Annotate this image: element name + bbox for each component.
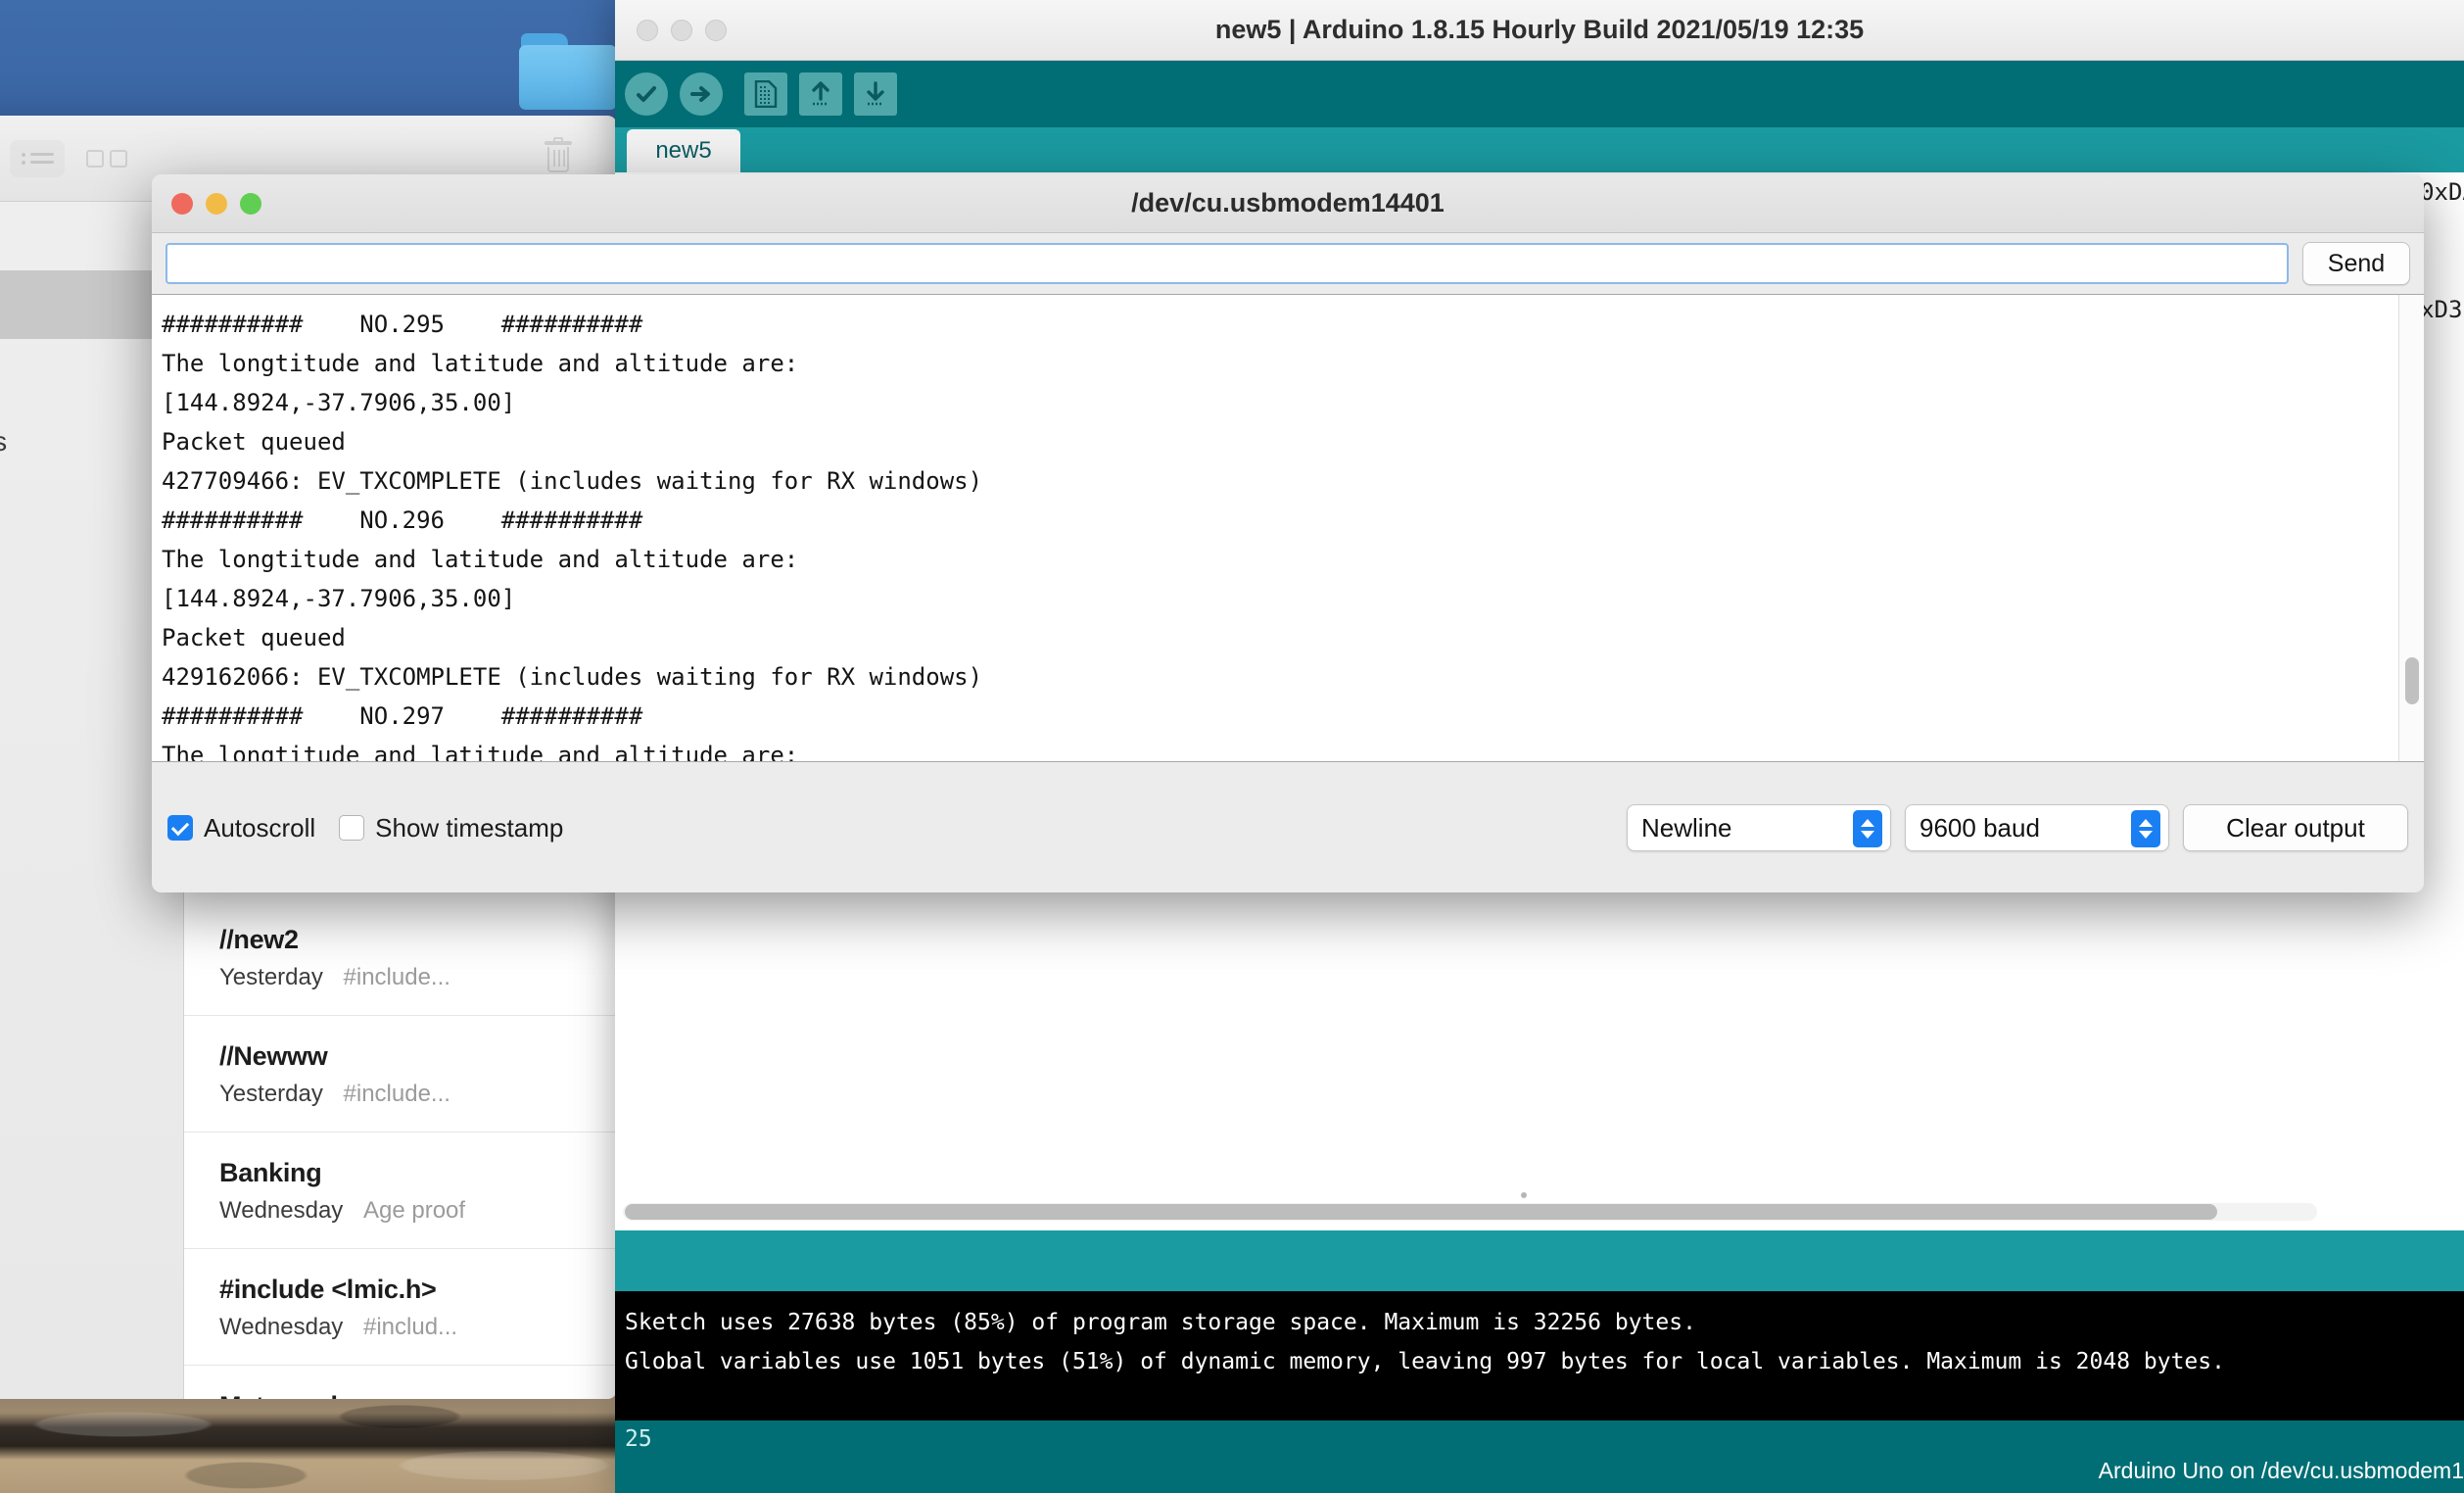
note-snippet: Age proof bbox=[362, 1197, 466, 1224]
wallpaper-photo bbox=[0, 1395, 615, 1493]
serial-monitor-window[interactable]: /dev/cu.usbmodem14401 Send ########## NO… bbox=[152, 174, 2424, 892]
note-meta: Yesterday #include... bbox=[219, 964, 582, 991]
list-item[interactable]: //Newww Yesterday #include... bbox=[184, 1016, 617, 1132]
note-title: //new2 bbox=[219, 925, 299, 954]
note-snippet: #include... bbox=[343, 1081, 450, 1107]
upload-icon[interactable] bbox=[680, 72, 723, 116]
note-date: Yesterday bbox=[219, 964, 323, 990]
chevron-updown-icon[interactable] bbox=[2131, 810, 2160, 847]
clear-output-button[interactable]: Clear output bbox=[2183, 804, 2408, 851]
baud-rate-value: 9600 baud bbox=[1919, 812, 2040, 843]
folder-icon[interactable] bbox=[519, 33, 617, 110]
tab-new5[interactable]: new5 bbox=[627, 129, 740, 172]
note-date: Yesterday bbox=[219, 1081, 323, 1107]
trash-can bbox=[547, 146, 569, 172]
list-view-dots bbox=[21, 152, 25, 165]
show-timestamp-checkbox-group[interactable]: Show timestamp bbox=[339, 813, 563, 843]
note-title: //Newww bbox=[219, 1041, 328, 1071]
baud-rate-select[interactable]: 9600 baud bbox=[1905, 804, 2169, 851]
serial-output-text: ########## NO.295 ########## The longtit… bbox=[162, 311, 983, 761]
show-timestamp-checkbox[interactable] bbox=[339, 815, 365, 841]
serial-send-input[interactable] bbox=[166, 243, 2289, 284]
list-view-icon[interactable] bbox=[10, 139, 65, 177]
serial-monitor-title: /dev/cu.usbmodem14401 bbox=[1131, 188, 1445, 217]
console-spacer bbox=[615, 1230, 2464, 1291]
folder-icon-body bbox=[519, 45, 617, 110]
serial-output-panel[interactable]: ########## NO.295 ########## The longtit… bbox=[152, 294, 2424, 762]
arduino-titlebar: new5 | Arduino 1.8.15 Hourly Build 2021/… bbox=[615, 0, 2464, 61]
note-title: Banking bbox=[219, 1158, 322, 1187]
autoscroll-checkbox[interactable] bbox=[167, 815, 193, 841]
code-editor-divider-dot bbox=[1521, 1192, 1528, 1198]
arduino-tab-bar[interactable]: new5 bbox=[615, 127, 2464, 172]
note-title: Metamask bbox=[219, 1391, 582, 1399]
note-meta: Wednesday Age proof bbox=[219, 1197, 582, 1225]
serial-send-row[interactable]: Send bbox=[152, 233, 2424, 294]
send-button[interactable]: Send bbox=[2302, 242, 2410, 285]
note-snippet: #includ... bbox=[362, 1314, 458, 1340]
list-item[interactable]: Metamask 05/19/21 payments ch... bbox=[184, 1366, 617, 1399]
tab-label: new5 bbox=[655, 137, 712, 164]
arduino-toolbar[interactable] bbox=[615, 61, 2464, 127]
autoscroll-checkbox-group[interactable]: Autoscroll bbox=[167, 813, 315, 843]
new-sketch-icon[interactable] bbox=[744, 72, 787, 116]
note-title: #include <lmic.h> bbox=[219, 1275, 437, 1304]
scrollbar-thumb[interactable] bbox=[625, 1204, 2218, 1220]
list-item[interactable]: Banking Wednesday Age proof bbox=[184, 1132, 617, 1249]
trash-lid bbox=[545, 140, 572, 145]
console-output: Sketch uses 27638 bytes (85%) of program… bbox=[615, 1291, 2464, 1421]
note-date: Wednesday bbox=[219, 1314, 344, 1340]
list-view-lines bbox=[29, 153, 54, 164]
line-ending-select[interactable]: Newline bbox=[1627, 804, 1891, 851]
list-item[interactable]: #include <lmic.h> Wednesday #includ... bbox=[184, 1249, 617, 1366]
note-date: Wednesday bbox=[219, 1197, 344, 1224]
show-timestamp-label: Show timestamp bbox=[375, 812, 564, 843]
scrollbar-thumb[interactable] bbox=[2405, 657, 2419, 704]
trash-icon[interactable] bbox=[541, 136, 576, 176]
note-meta: Wednesday #includ... bbox=[219, 1314, 582, 1341]
serial-monitor-controls[interactable]: Autoscroll Show timestamp Newline 9600 b… bbox=[152, 763, 2424, 892]
gallery-view-icon[interactable] bbox=[86, 149, 127, 168]
serial-vertical-scrollbar[interactable] bbox=[2398, 295, 2424, 761]
serial-monitor-titlebar: /dev/cu.usbmodem14401 bbox=[152, 174, 2424, 233]
autoscroll-label: Autoscroll bbox=[204, 812, 316, 843]
arduino-window-title: new5 | Arduino 1.8.15 Hourly Build 2021/… bbox=[1214, 15, 1865, 44]
sidebar-item-label: rted Notes bbox=[0, 426, 8, 457]
note-snippet: #include... bbox=[343, 964, 450, 990]
line-number-indicator: 25 bbox=[625, 1426, 652, 1452]
line-ending-value: Newline bbox=[1641, 812, 1732, 843]
board-status-label: Arduino Uno on /dev/cu.usbmodem1 bbox=[2098, 1458, 2464, 1483]
serial-right-controls[interactable]: Newline 9600 baud Clear output bbox=[1627, 804, 2408, 851]
list-item[interactable]: //new2 Yesterday #include... bbox=[184, 899, 617, 1016]
verify-icon[interactable] bbox=[625, 72, 668, 116]
save-icon[interactable] bbox=[854, 72, 897, 116]
note-meta: Yesterday #include... bbox=[219, 1081, 582, 1108]
code-horizontal-scrollbar[interactable] bbox=[623, 1203, 2317, 1221]
chevron-updown-icon[interactable] bbox=[1853, 810, 1882, 847]
open-icon[interactable] bbox=[799, 72, 842, 116]
